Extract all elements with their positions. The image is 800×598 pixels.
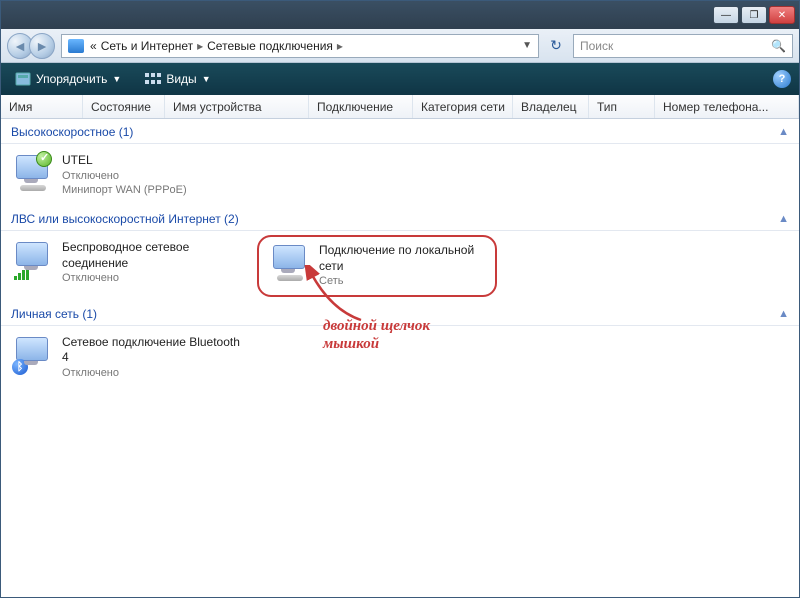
group-title: ЛВС или высокоскоростной Интернет (2) <box>11 212 239 226</box>
connection-item-lan[interactable]: Подключение по локальной сети Сеть <box>257 235 497 296</box>
network-icon <box>68 39 84 53</box>
group-lan: ЛВС или высокоскоростной Интернет (2) ▲ … <box>1 208 799 300</box>
nav-buttons: ◄ ► <box>7 33 55 59</box>
toolbar: Упорядочить ▼ Виды ▼ ? <box>1 63 799 95</box>
search-box[interactable]: Поиск 🔍 <box>573 34 793 58</box>
breadcrumb: « Сеть и Интернет ▸ Сетевые подключения … <box>90 39 343 53</box>
chevron-down-icon: ▼ <box>202 74 211 84</box>
item-status: Отключено <box>62 271 242 285</box>
dialup-icon <box>12 153 54 191</box>
item-title: Сетевое подключение Bluetooth 4 <box>62 335 242 366</box>
collapse-icon[interactable]: ▲ <box>778 308 789 320</box>
column-header[interactable]: Владелец <box>513 95 589 118</box>
breadcrumb-part[interactable]: Сетевые подключения <box>207 39 333 53</box>
breadcrumb-separator[interactable]: ▸ <box>197 39 203 53</box>
column-header[interactable]: Номер телефона... <box>655 95 799 118</box>
address-bar[interactable]: « Сеть и Интернет ▸ Сетевые подключения … <box>61 34 539 58</box>
wireless-icon <box>12 240 54 278</box>
window-titlebar: — ❐ ✕ <box>1 1 799 29</box>
group-personal: Личная сеть (1) ▲ ᛒ Сетевое подключение … <box>1 303 799 389</box>
column-header[interactable]: Подключение <box>309 95 413 118</box>
organize-button[interactable]: Упорядочить ▼ <box>9 69 127 89</box>
item-title: Беспроводное сетевое соединение <box>62 240 242 271</box>
collapse-icon[interactable]: ▲ <box>778 213 789 225</box>
connection-item-bluetooth[interactable]: ᛒ Сетевое подключение Bluetooth 4 Отключ… <box>7 330 247 385</box>
column-header[interactable]: Тип <box>589 95 655 118</box>
column-header[interactable]: Имя устройства <box>165 95 309 118</box>
address-dropdown-icon[interactable]: ▼ <box>522 40 532 51</box>
maximize-button[interactable]: ❐ <box>741 6 767 24</box>
breadcrumb-part[interactable]: Сеть и Интернет <box>101 39 193 53</box>
views-button[interactable]: Виды ▼ <box>139 69 216 89</box>
column-header[interactable]: Состояние <box>83 95 165 118</box>
search-icon[interactable]: 🔍 <box>771 39 786 53</box>
address-row: ◄ ► « Сеть и Интернет ▸ Сетевые подключе… <box>1 29 799 63</box>
group-high-speed: Высокоскоростное (1) ▲ UTEL Отключено Ми… <box>1 121 799 206</box>
column-header[interactable]: Категория сети <box>413 95 513 118</box>
views-label: Виды <box>166 72 196 86</box>
connection-item-utel[interactable]: UTEL Отключено Минипорт WAN (PPPoE) <box>7 148 247 202</box>
item-title: Подключение по локальной сети <box>319 243 485 274</box>
close-button[interactable]: ✕ <box>769 6 795 24</box>
group-header[interactable]: Личная сеть (1) ▲ <box>1 303 799 326</box>
explorer-window: — ❐ ✕ ◄ ► « Сеть и Интернет ▸ Сетевые по… <box>0 0 800 598</box>
column-headers: Имя Состояние Имя устройства Подключение… <box>1 95 799 119</box>
breadcrumb-prefix: « <box>90 39 97 53</box>
help-button[interactable]: ? <box>773 70 791 88</box>
organize-icon <box>15 72 31 86</box>
refresh-button[interactable]: ↻ <box>545 35 567 57</box>
connection-item-wireless[interactable]: Беспроводное сетевое соединение Отключен… <box>7 235 247 296</box>
lan-icon <box>269 243 311 281</box>
content-area: Высокоскоростное (1) ▲ UTEL Отключено Ми… <box>1 119 799 597</box>
group-title: Высокоскоростное (1) <box>11 125 133 139</box>
views-icon <box>145 72 161 86</box>
nav-forward-button[interactable]: ► <box>29 33 55 59</box>
minimize-button[interactable]: — <box>713 6 739 24</box>
breadcrumb-separator[interactable]: ▸ <box>337 39 343 53</box>
item-device: Минипорт WAN (PPPoE) <box>62 183 187 197</box>
group-title: Личная сеть (1) <box>11 307 97 321</box>
bluetooth-icon: ᛒ <box>12 335 54 373</box>
chevron-down-icon: ▼ <box>112 74 121 84</box>
search-placeholder: Поиск <box>580 39 613 53</box>
item-status: Сеть <box>319 274 485 288</box>
collapse-icon[interactable]: ▲ <box>778 126 789 138</box>
item-status: Отключено <box>62 366 242 380</box>
organize-label: Упорядочить <box>36 72 107 86</box>
group-header[interactable]: Высокоскоростное (1) ▲ <box>1 121 799 144</box>
group-header[interactable]: ЛВС или высокоскоростной Интернет (2) ▲ <box>1 208 799 231</box>
item-title: UTEL <box>62 153 187 169</box>
column-header[interactable]: Имя <box>1 95 83 118</box>
item-status: Отключено <box>62 169 187 183</box>
